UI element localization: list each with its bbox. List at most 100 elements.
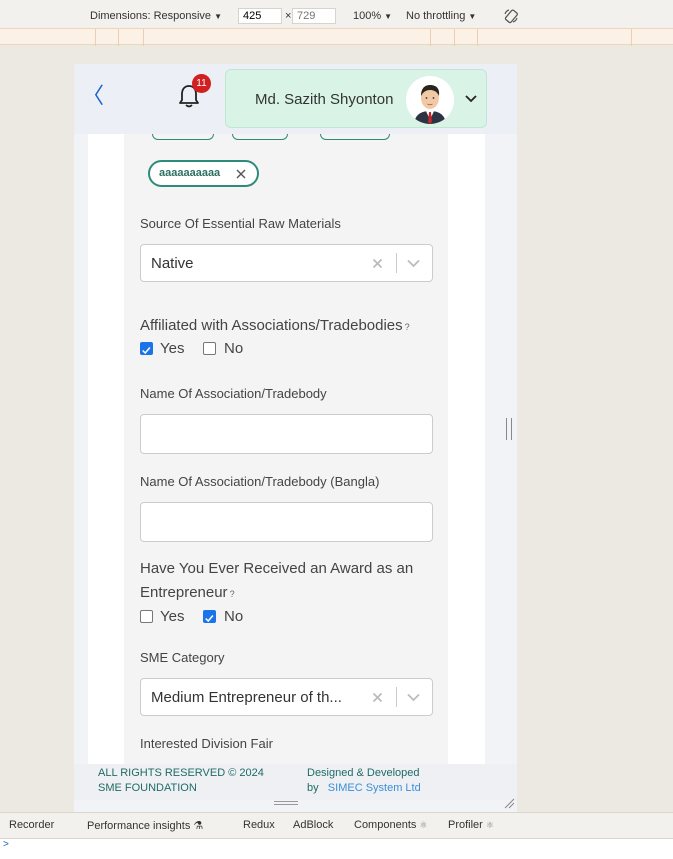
tab-components[interactable]: Components ⚛ <box>354 819 427 831</box>
tab-label: Profiler <box>448 819 483 831</box>
ruler-tick <box>631 29 632 46</box>
chevron-down-icon[interactable] <box>407 693 420 702</box>
check-icon <box>142 347 151 355</box>
association-bangla-label: Name Of Association/Tradebody (Bangla) <box>140 474 380 489</box>
chip-partial <box>232 134 288 140</box>
clear-icon[interactable] <box>372 258 383 269</box>
app-footer: ALL RIGHTS RESERVED © 2024 SME FOUNDATIO… <box>74 764 517 800</box>
affiliated-label-text: Affiliated with Associations/Tradebodies <box>140 317 403 334</box>
times-sign: × <box>285 10 292 22</box>
tab-label: Components <box>354 819 417 831</box>
credits-by: by <box>307 782 319 794</box>
throttle-dropdown[interactable]: No throttling ▼ <box>406 10 476 22</box>
association-bangla-input[interactable] <box>140 502 433 542</box>
tab-redux[interactable]: Redux <box>243 819 275 831</box>
chip-label: aaaaaaaaaa <box>159 167 221 179</box>
raw-materials-select[interactable]: Native <box>140 244 433 282</box>
zoom-label: 100% <box>353 10 382 22</box>
raw-materials-label: Source Of Essential Raw Materials <box>140 216 341 231</box>
ruler-tick <box>143 29 144 46</box>
device-viewport: 〈 11 Md. Sazith Shyonton aaaaaaaaaa Sour… <box>74 64 517 812</box>
credits-line1: Designed & Developed <box>307 767 420 779</box>
react-icon: ⚛ <box>485 820 494 830</box>
chip-partial <box>320 134 390 140</box>
tab-recorder[interactable]: Recorder <box>9 819 54 831</box>
association-label: Name Of Association/Tradebody <box>140 386 327 401</box>
content-area: aaaaaaaaaa Source Of Essential Raw Mater… <box>88 134 485 764</box>
corner-resize-handle[interactable] <box>503 797 515 809</box>
chevron-down-icon: ▼ <box>214 12 222 21</box>
chip-partial <box>152 134 214 140</box>
affiliated-no-label: No <box>224 340 244 357</box>
chevron-down-icon: ▼ <box>468 12 477 21</box>
user-avatar-icon <box>406 76 454 124</box>
form-card: aaaaaaaaaa Source Of Essential Raw Mater… <box>124 134 448 764</box>
throttle-label: No throttling <box>406 10 466 22</box>
sme-category-label: SME Category <box>140 650 225 665</box>
tab-profiler[interactable]: Profiler ⚛ <box>448 819 494 831</box>
console-prompt: > <box>3 839 9 850</box>
chevron-down-icon <box>465 95 477 103</box>
select-value: Medium Entrepreneur of th... <box>151 689 342 706</box>
app-header: 〈 11 Md. Sazith Shyonton <box>74 64 517 134</box>
award-no-label: No <box>224 608 244 625</box>
division-fair-label: Interested Division Fair <box>140 736 273 751</box>
award-options: Yes No <box>140 608 260 626</box>
copyright-line2: SME FOUNDATION <box>98 782 197 794</box>
dimensions-dropdown[interactable]: Dimensions: Responsive ▼ <box>90 10 222 22</box>
affiliated-label: Affiliated with Associations/Tradebodies… <box>140 314 440 339</box>
tab-label: Performance insights <box>87 820 191 832</box>
clear-icon[interactable] <box>372 692 383 703</box>
ruler-tick <box>118 29 119 46</box>
select-separator <box>396 687 397 707</box>
width-input[interactable] <box>238 8 282 24</box>
user-name: Md. Sazith Shyonton <box>255 91 394 108</box>
profile-menu[interactable]: Md. Sazith Shyonton <box>225 69 487 128</box>
select-separator <box>396 253 397 273</box>
ruler-tick <box>95 29 96 46</box>
ruler-tick <box>430 29 431 46</box>
selected-chip: aaaaaaaaaa <box>148 160 259 187</box>
affiliated-yes-label: Yes <box>160 340 185 357</box>
chevron-down-icon: ▼ <box>384 12 393 21</box>
chevron-down-icon[interactable] <box>407 259 420 268</box>
copyright-line1: ALL RIGHTS RESERVED © 2024 <box>98 767 264 779</box>
award-no-checkbox[interactable] <box>203 610 216 623</box>
side-resize-handle[interactable] <box>506 418 512 440</box>
check-icon <box>205 615 214 623</box>
copyright: ALL RIGHTS RESERVED © 2024 SME FOUNDATIO… <box>98 766 288 796</box>
award-label: Have You Ever Received an Award as an En… <box>140 557 440 606</box>
back-icon[interactable]: 〈 <box>82 84 104 108</box>
react-icon: ⚛ <box>419 820 428 830</box>
bottom-resize-handle[interactable] <box>274 801 298 805</box>
affiliated-yes-checkbox[interactable] <box>140 342 153 355</box>
media-query-ruler <box>0 28 673 46</box>
avatar <box>406 76 454 124</box>
question-mark: ? <box>404 322 410 332</box>
close-icon[interactable] <box>236 169 246 179</box>
affiliated-options: Yes No <box>140 340 260 358</box>
credits: Designed & Developed by SIMEC System Ltd <box>307 766 507 796</box>
question-mark: ? <box>229 589 235 599</box>
award-label-text: Have You Ever Received an Award as an En… <box>140 560 414 601</box>
devtools-drawer-tabs: Recorder Performance insights ⚗ Redux Ad… <box>0 812 673 838</box>
ruler-tick <box>454 29 455 46</box>
height-input[interactable] <box>292 8 336 24</box>
association-input[interactable] <box>140 414 433 454</box>
tab-performance-insights[interactable]: Performance insights ⚗ <box>87 819 203 832</box>
select-value: Native <box>151 255 194 272</box>
rotate-icon[interactable] <box>503 8 519 24</box>
sme-category-select[interactable]: Medium Entrepreneur of th... <box>140 678 433 716</box>
ruler-tick <box>477 29 478 46</box>
tab-adblock[interactable]: AdBlock <box>293 819 333 831</box>
award-yes-checkbox[interactable] <box>140 610 153 623</box>
notification-badge: 11 <box>192 74 211 93</box>
credits-line2: by SIMEC System Ltd <box>307 781 507 796</box>
console-input[interactable]: > <box>0 838 673 859</box>
zoom-dropdown[interactable]: 100% ▼ <box>353 10 392 22</box>
flask-icon: ⚗ <box>193 820 204 832</box>
company-link[interactable]: SIMEC System Ltd <box>328 782 421 794</box>
award-yes-label: Yes <box>160 608 185 625</box>
affiliated-no-checkbox[interactable] <box>203 342 216 355</box>
dimensions-label: Dimensions: Responsive <box>90 10 212 22</box>
